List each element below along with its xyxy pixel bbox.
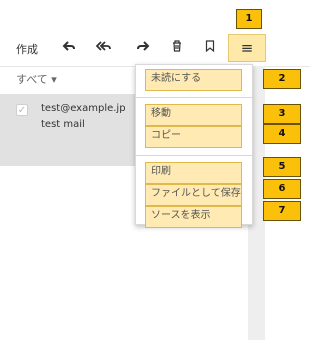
- menu-item-mark-unread[interactable]: 未読にする: [145, 69, 242, 91]
- menu-item-view-source[interactable]: ソースを表示: [145, 206, 242, 228]
- menu-item-move[interactable]: 移動: [145, 104, 242, 126]
- badge-save-as-file: 6: [263, 179, 301, 199]
- filter-dropdown[interactable]: すべて ▾: [16, 71, 57, 87]
- forward-icon[interactable]: [135, 39, 151, 58]
- reply-icon[interactable]: [61, 39, 77, 58]
- email-sender: test@example.jp: [41, 103, 126, 114]
- badge-mark-unread: 2: [263, 69, 301, 89]
- compose-button[interactable]: 作成: [16, 41, 38, 57]
- more-actions-menu: 未読にする 移動 コピー 印刷 ファイルとして保存 ソースを表示: [135, 64, 253, 228]
- menu-item-print[interactable]: 印刷: [145, 162, 242, 184]
- delete-icon[interactable]: [169, 39, 185, 58]
- badge-print: 5: [263, 157, 301, 177]
- email-subject: test mail: [41, 119, 85, 130]
- menu-button[interactable]: ≡: [228, 34, 266, 62]
- hamburger-icon: ≡: [240, 39, 254, 57]
- bookmark-icon[interactable]: [202, 39, 218, 58]
- badge-copy: 4: [263, 124, 301, 144]
- badge-menu-button: 1: [236, 9, 262, 29]
- reply-all-icon[interactable]: [95, 39, 112, 58]
- menu-item-copy[interactable]: コピー: [145, 126, 242, 148]
- menu-item-save-as-file[interactable]: ファイルとして保存: [145, 184, 242, 206]
- badge-move: 3: [263, 104, 301, 124]
- email-checkbox[interactable]: ✓: [16, 104, 28, 116]
- badge-view-source: 7: [263, 201, 301, 221]
